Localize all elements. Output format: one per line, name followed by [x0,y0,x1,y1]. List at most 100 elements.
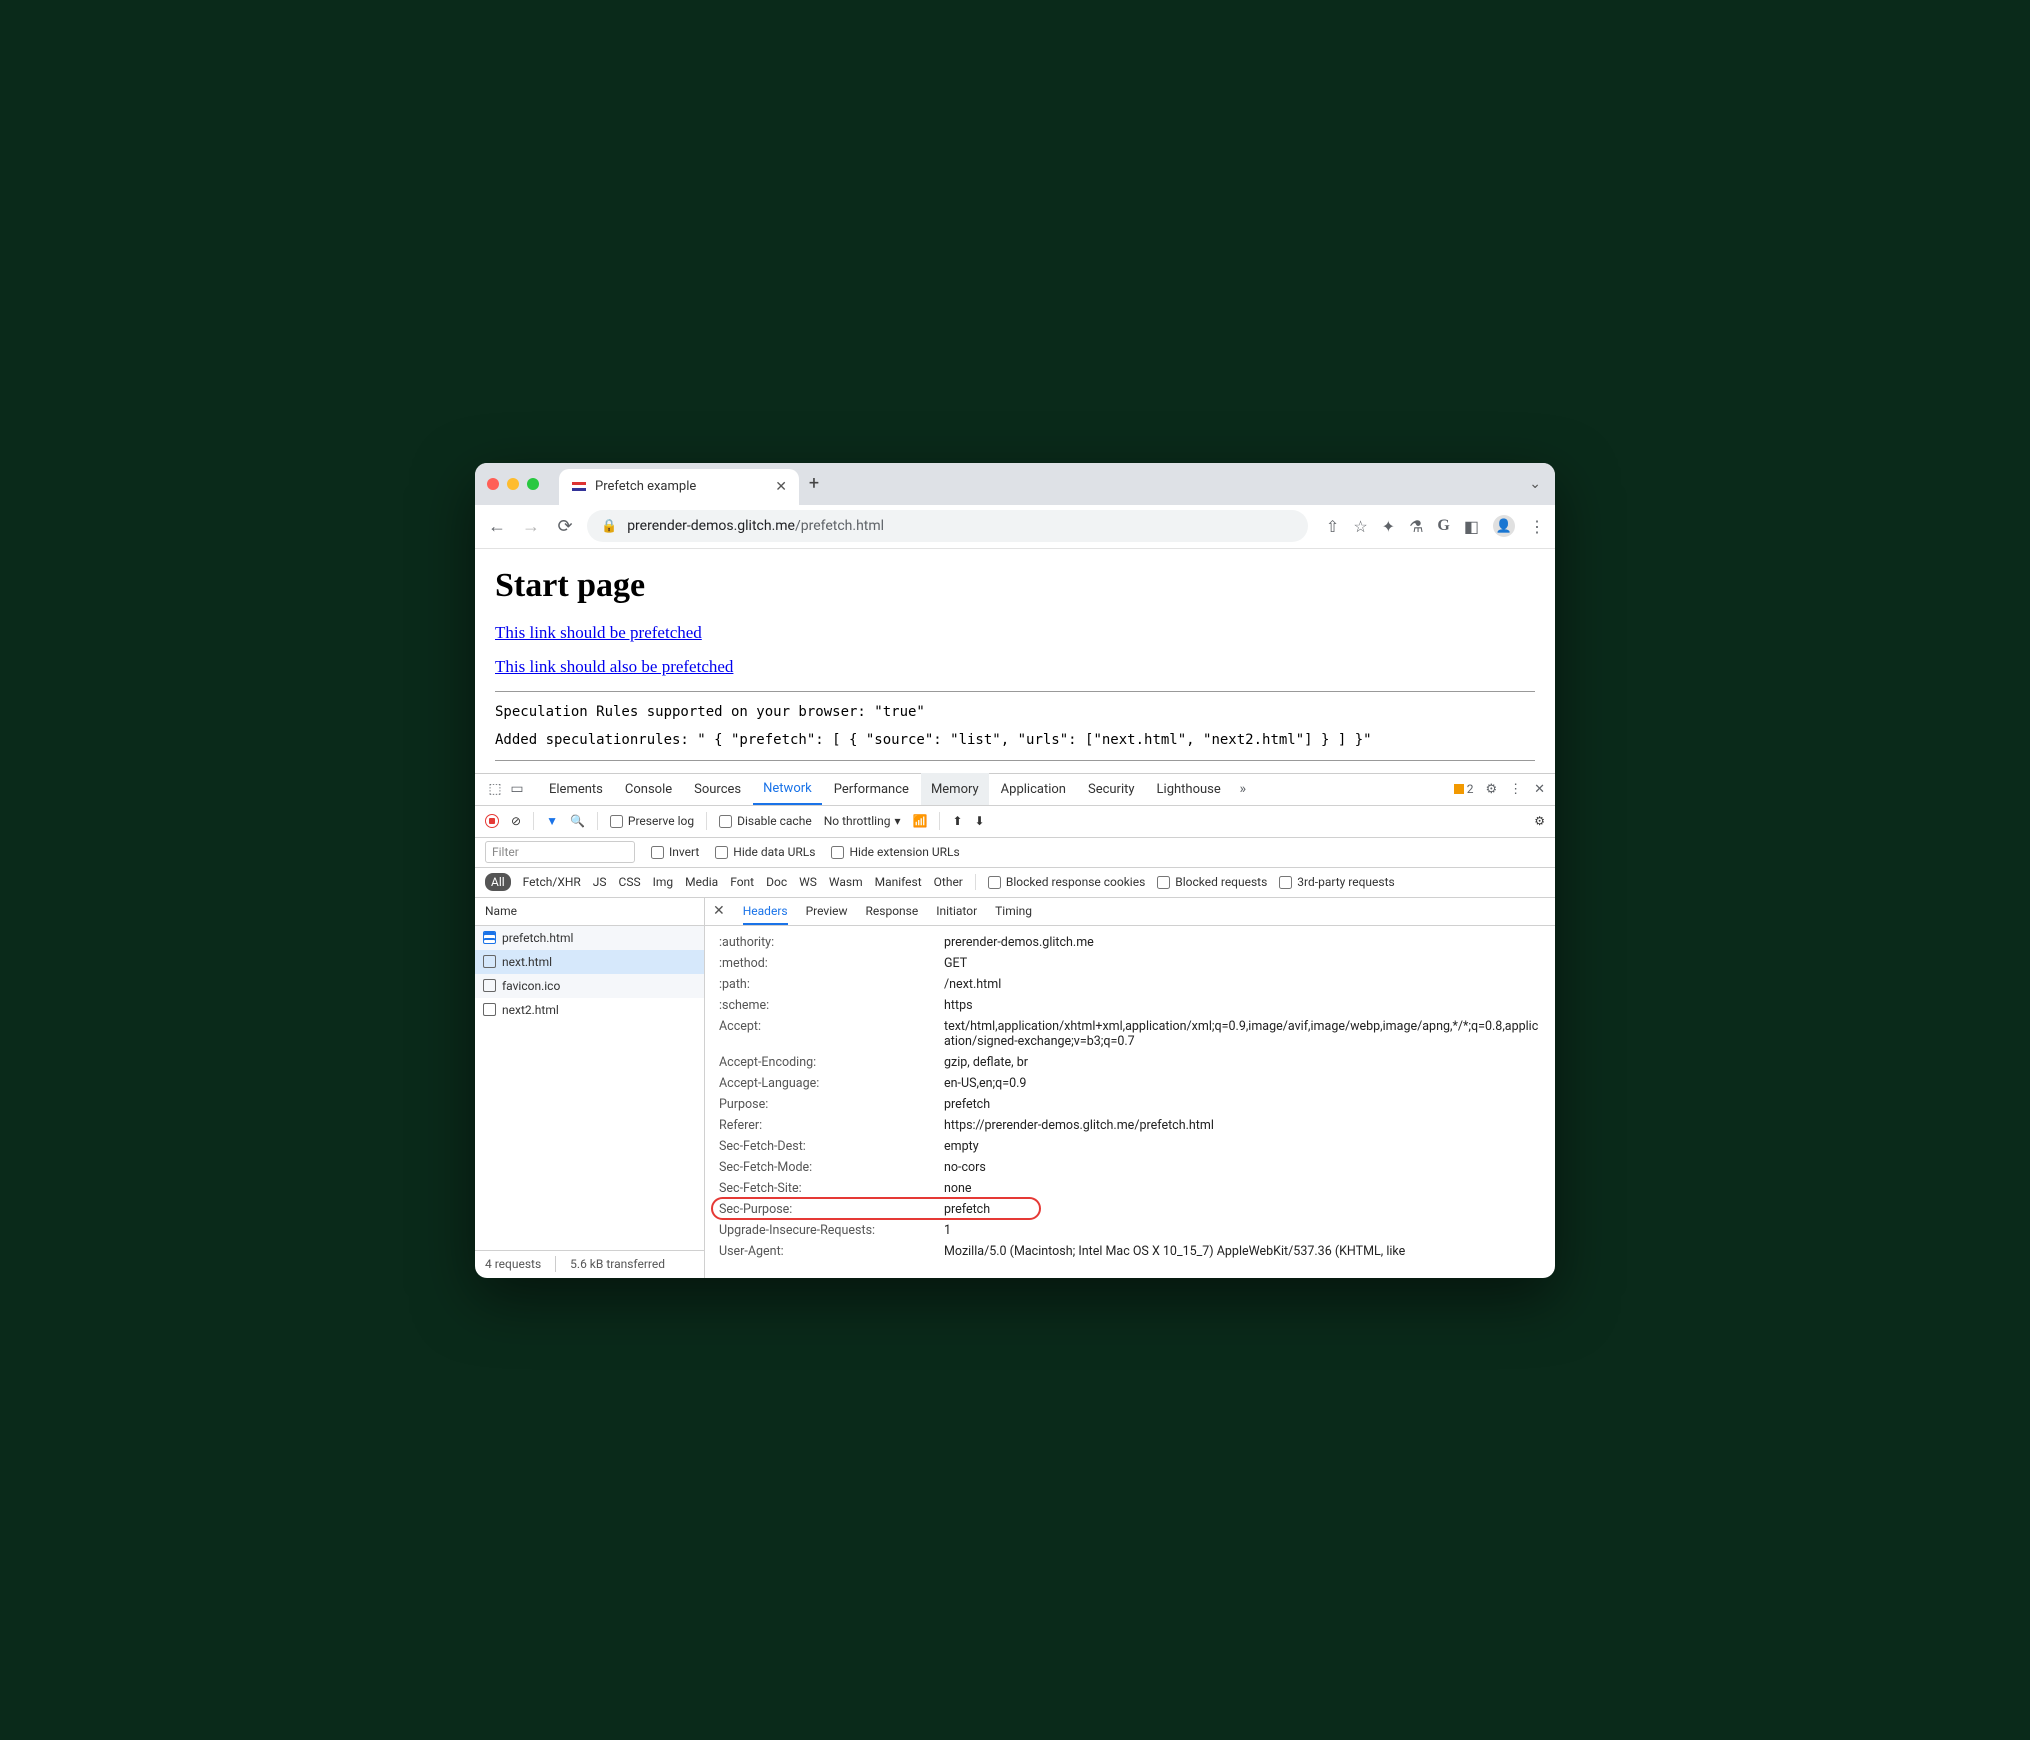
prefetch-link-2[interactable]: This link should also be prefetched [495,657,1535,677]
tab-close-button[interactable]: ✕ [775,479,787,495]
filter-all[interactable]: All [485,873,511,891]
tab-network[interactable]: Network [753,773,822,805]
tab-performance[interactable]: Performance [824,773,919,805]
detail-tab-timing[interactable]: Timing [995,904,1032,918]
request-detail: ✕ Headers Preview Response Initiator Tim… [705,898,1555,1278]
blocked-cookies-checkbox[interactable]: Blocked response cookies [988,875,1145,889]
new-tab-button[interactable]: + [799,473,829,494]
extensions-icon[interactable]: ✦ [1382,517,1395,536]
header-row: Sec-Purpose:prefetch [705,1199,1555,1220]
share-icon[interactable]: ⇧ [1326,517,1339,536]
preserve-log-checkbox[interactable]: Preserve log [610,814,694,828]
header-row: :method:GET [705,953,1555,974]
name-column-header[interactable]: Name [475,898,704,926]
tab-security[interactable]: Security [1078,773,1145,805]
header-value: gzip, deflate, br [944,1055,1541,1070]
detail-tab-response[interactable]: Response [866,904,919,918]
header-row: :scheme:https [705,995,1555,1016]
network-body: Name prefetch.html next.htmlfavicon.icone… [475,898,1555,1278]
filter-input[interactable]: Filter [485,841,635,863]
header-row: User-Agent:Mozilla/5.0 (Macintosh; Intel… [705,1241,1555,1262]
detail-tab-initiator[interactable]: Initiator [936,904,977,918]
filter-font[interactable]: Font [730,875,754,889]
header-value: empty [944,1139,1541,1154]
close-window-button[interactable] [487,478,499,490]
header-row: Sec-Fetch-Dest:empty [705,1136,1555,1157]
filter-css[interactable]: CSS [619,875,641,889]
detail-tab-preview[interactable]: Preview [806,904,848,918]
filter-manifest[interactable]: Manifest [875,875,922,889]
invert-checkbox[interactable]: Invert [651,845,699,859]
clear-button[interactable]: ⊘ [511,814,521,828]
request-row[interactable]: prefetch.html [475,926,704,950]
close-detail-button[interactable]: ✕ [713,903,725,919]
header-key: Sec-Fetch-Mode: [719,1160,944,1175]
detail-tab-headers[interactable]: Headers [743,904,788,925]
network-settings-icon[interactable]: ⚙ [1534,814,1545,828]
record-button[interactable] [485,814,499,828]
tab-sources[interactable]: Sources [684,773,751,805]
network-conditions-icon[interactable]: 📶 [912,814,927,828]
page-content: Start page This link should be prefetche… [475,549,1555,761]
warnings-badge[interactable]: 2 [1454,782,1474,796]
blocked-requests-checkbox[interactable]: Blocked requests [1157,875,1267,889]
filter-other[interactable]: Other [934,875,963,889]
minimize-window-button[interactable] [507,478,519,490]
forward-button[interactable]: → [519,516,543,537]
tabs-menu-button[interactable]: ⌄ [1529,476,1541,492]
speculation-rules-text: Added speculationrules: " { "prefetch": … [495,732,1535,748]
disable-cache-checkbox[interactable]: Disable cache [719,814,812,828]
request-name: prefetch.html [502,931,573,945]
settings-icon[interactable]: ⚙ [1485,782,1497,797]
tab-lighthouse[interactable]: Lighthouse [1147,773,1231,805]
tab-elements[interactable]: Elements [539,773,613,805]
profile-avatar[interactable]: 👤 [1493,515,1515,537]
inspect-icon[interactable]: ⬚ [485,781,505,797]
search-icon[interactable]: 🔍 [570,814,585,828]
hide-data-urls-checkbox[interactable]: Hide data URLs [715,845,815,859]
browser-window: Prefetch example ✕ + ⌄ ← → ⟳ 🔒 prerender… [475,463,1555,1278]
more-tabs-icon[interactable]: » [1233,781,1253,797]
bookmark-icon[interactable]: ☆ [1353,517,1367,536]
network-footer: 4 requests 5.6 kB transferred [475,1250,704,1278]
google-icon[interactable]: G [1437,517,1449,535]
prefetch-link-1[interactable]: This link should be prefetched [495,623,1535,643]
filter-media[interactable]: Media [685,875,718,889]
sidepanel-icon[interactable]: ◧ [1464,517,1479,536]
menu-icon[interactable]: ⋮ [1529,517,1545,536]
request-row[interactable]: next2.html [475,998,704,1022]
browser-tab[interactable]: Prefetch example ✕ [559,469,799,505]
header-value: none [944,1181,1541,1196]
third-party-checkbox[interactable]: 3rd-party requests [1279,875,1394,889]
request-row[interactable]: next.html [475,950,704,974]
filter-img[interactable]: Img [653,875,674,889]
file-icon [483,979,496,992]
hide-ext-urls-checkbox[interactable]: Hide extension URLs [831,845,959,859]
window-controls [487,478,539,490]
import-har-icon[interactable]: ⬆ [952,814,962,828]
reload-button[interactable]: ⟳ [553,516,577,537]
back-button[interactable]: ← [485,516,509,537]
filter-fetch[interactable]: Fetch/XHR [523,875,581,889]
filter-wasm[interactable]: Wasm [829,875,863,889]
labs-icon[interactable]: ⚗ [1409,517,1423,536]
filter-js[interactable]: JS [593,875,607,889]
filter-ws[interactable]: WS [799,875,817,889]
maximize-window-button[interactable] [527,478,539,490]
filter-doc[interactable]: Doc [766,875,787,889]
request-row[interactable]: favicon.ico [475,974,704,998]
header-value: Mozilla/5.0 (Macintosh; Intel Mac OS X 1… [944,1244,1541,1259]
device-icon[interactable]: ▭ [507,781,527,797]
export-har-icon[interactable]: ⬇ [975,814,985,828]
tab-console[interactable]: Console [615,773,682,805]
throttling-dropdown[interactable]: No throttling ▾ [824,814,901,828]
address-bar[interactable]: 🔒 prerender-demos.glitch.me/prefetch.htm… [587,510,1308,542]
tab-memory[interactable]: Memory [921,773,989,805]
devtools-menu-icon[interactable]: ⋮ [1509,782,1522,797]
filter-icon[interactable]: ▼ [546,814,558,828]
tab-application[interactable]: Application [991,773,1076,805]
transferred-size: 5.6 kB transferred [570,1257,665,1271]
devtools-close-icon[interactable]: ✕ [1534,782,1545,797]
page-heading: Start page [495,567,1535,605]
header-row: Accept-Encoding:gzip, deflate, br [705,1052,1555,1073]
